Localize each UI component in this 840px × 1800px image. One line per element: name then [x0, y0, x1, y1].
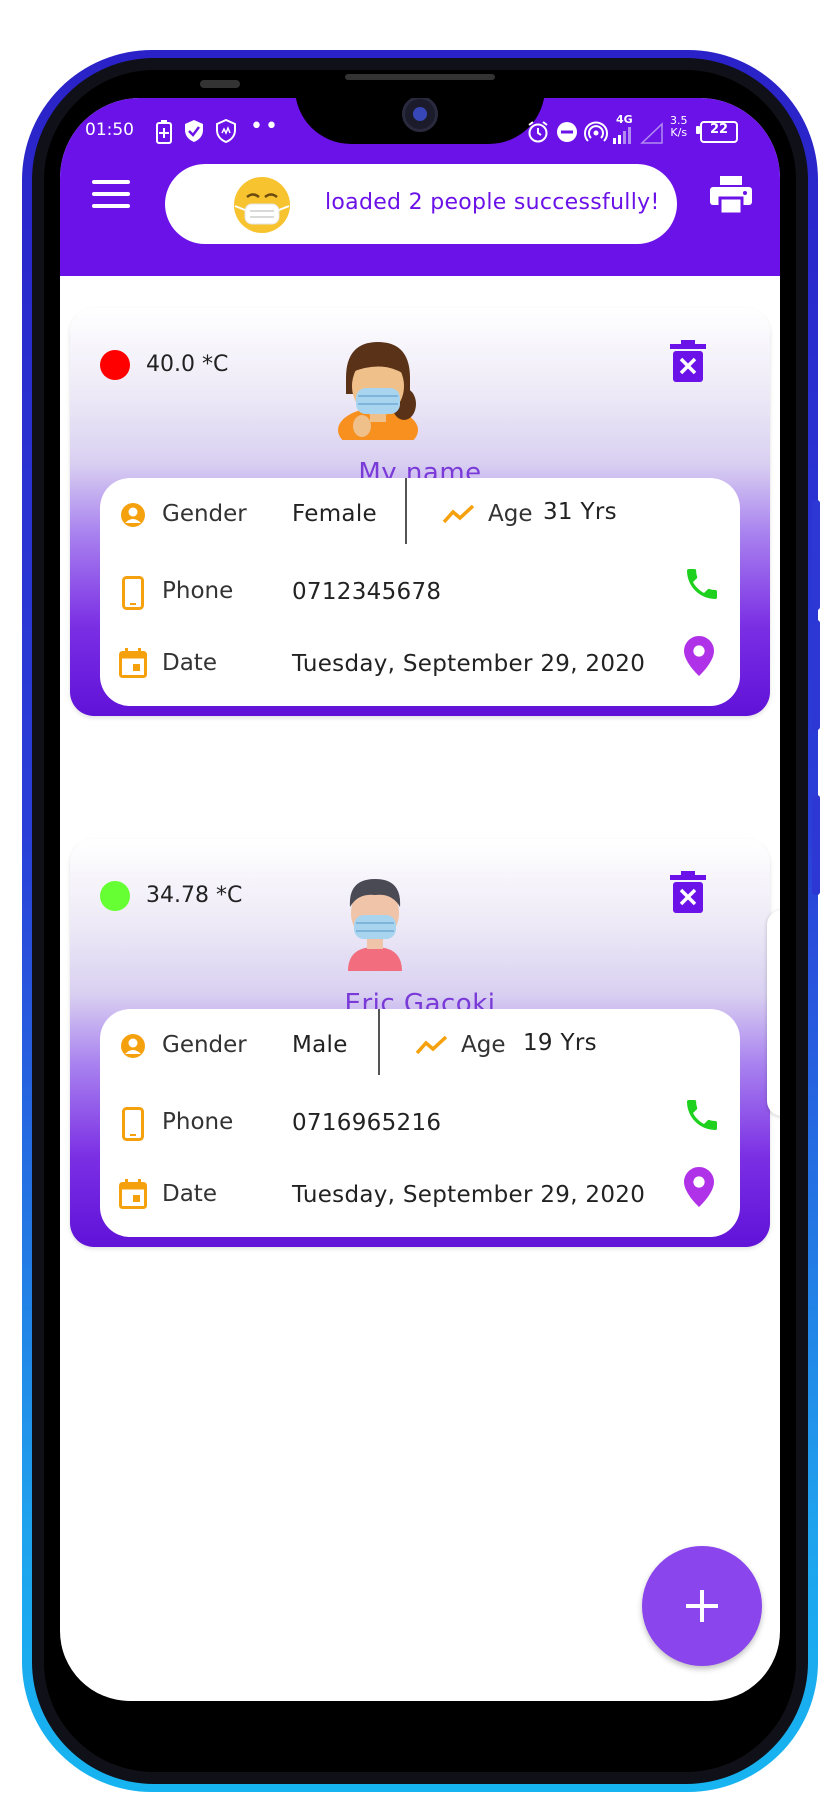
signal-empty-icon [640, 122, 663, 144]
shield-icon [216, 119, 236, 143]
network-type: 4G [616, 113, 633, 126]
more-notifications-icon: •• [250, 114, 280, 139]
age-label: Age [488, 501, 533, 527]
person-card[interactable]: 40.0 *C My name Gender Female Age 31 Yrs… [70, 308, 770, 716]
phone-device-icon [122, 1107, 144, 1141]
person-icon [121, 503, 145, 527]
call-icon[interactable] [682, 1095, 722, 1135]
mask-emoji-icon [234, 177, 290, 233]
temperature: 34.78 *C [146, 883, 243, 908]
shield-check-icon [185, 120, 203, 142]
temperature: 40.0 *C [146, 352, 229, 377]
network-speed: 3.5 K/s [670, 115, 688, 139]
app-screen: 01:50 •• 4G 3.5 K/s 22 loaded 2 people s… [60, 98, 780, 1701]
calendar-icon [119, 1179, 147, 1209]
print-icon[interactable] [710, 176, 752, 214]
date-value: Tuesday, September 29, 2020 [292, 1182, 646, 1208]
age-value: 19 Yrs [523, 1030, 597, 1056]
swipe-hint-card-edge [767, 910, 780, 1116]
delete-icon[interactable] [670, 871, 706, 913]
call-icon[interactable] [682, 564, 722, 604]
battery-level: 22 [709, 122, 729, 137]
power-button [812, 795, 820, 895]
temperature-status-dot [100, 881, 130, 911]
age-value: 31 Yrs [543, 499, 617, 525]
sensor [200, 80, 240, 88]
date-value: Tuesday, September 29, 2020 [292, 651, 646, 677]
female-avatar-icon [338, 342, 418, 440]
person-icon [121, 1034, 145, 1058]
trend-icon [415, 1035, 448, 1055]
gender-value: Female [292, 501, 377, 527]
gender-value: Male [292, 1032, 348, 1058]
menu-icon[interactable] [92, 180, 130, 208]
divider [378, 1009, 380, 1075]
age-label: Age [461, 1032, 506, 1058]
date-label: Date [162, 650, 217, 676]
person-card[interactable]: 34.78 *C Eric Gacoki Gender Male Age 19 … [70, 839, 770, 1247]
calendar-icon [119, 648, 147, 678]
person-info-panel: Gender Male Age 19 Yrs Phone 0716965216 [100, 1009, 740, 1237]
add-person-button[interactable] [642, 1546, 762, 1666]
divider [405, 478, 407, 544]
battery-tip [696, 126, 700, 134]
phone-label: Phone [162, 578, 234, 604]
gender-label: Gender [162, 501, 247, 527]
phone-label: Phone [162, 1109, 234, 1135]
volume-down-button [812, 620, 820, 730]
location-icon[interactable] [684, 1167, 714, 1207]
signal-icon [613, 127, 631, 144]
male-avatar-icon [348, 879, 402, 971]
person-info-panel: Gender Female Age 31 Yrs Phone 071234567… [100, 478, 740, 706]
date-label: Date [162, 1181, 217, 1207]
hotspot-icon [584, 121, 608, 142]
app-bar: 01:50 •• 4G 3.5 K/s 22 loaded 2 people s… [60, 98, 780, 276]
volume-up-button [812, 500, 820, 610]
do-not-disturb-icon [557, 122, 577, 142]
phone-value: 0712345678 [292, 579, 442, 605]
delete-icon[interactable] [670, 340, 706, 382]
battery-saver-icon [156, 120, 172, 144]
phone-value: 0716965216 [292, 1110, 442, 1136]
add-icon [686, 1590, 718, 1622]
toast-text: loaded 2 people successfully! [325, 190, 660, 215]
alarm-icon [528, 121, 548, 143]
toast-message: loaded 2 people successfully! [165, 164, 677, 244]
earpiece [345, 74, 495, 80]
trend-icon [442, 504, 475, 524]
temperature-status-dot [100, 350, 130, 380]
network-speed-unit: K/s [670, 126, 688, 139]
status-time: 01:50 [85, 120, 134, 140]
gender-label: Gender [162, 1032, 247, 1058]
phone-device-icon [122, 576, 144, 610]
location-icon[interactable] [684, 636, 714, 676]
battery-icon: 22 [700, 121, 738, 143]
